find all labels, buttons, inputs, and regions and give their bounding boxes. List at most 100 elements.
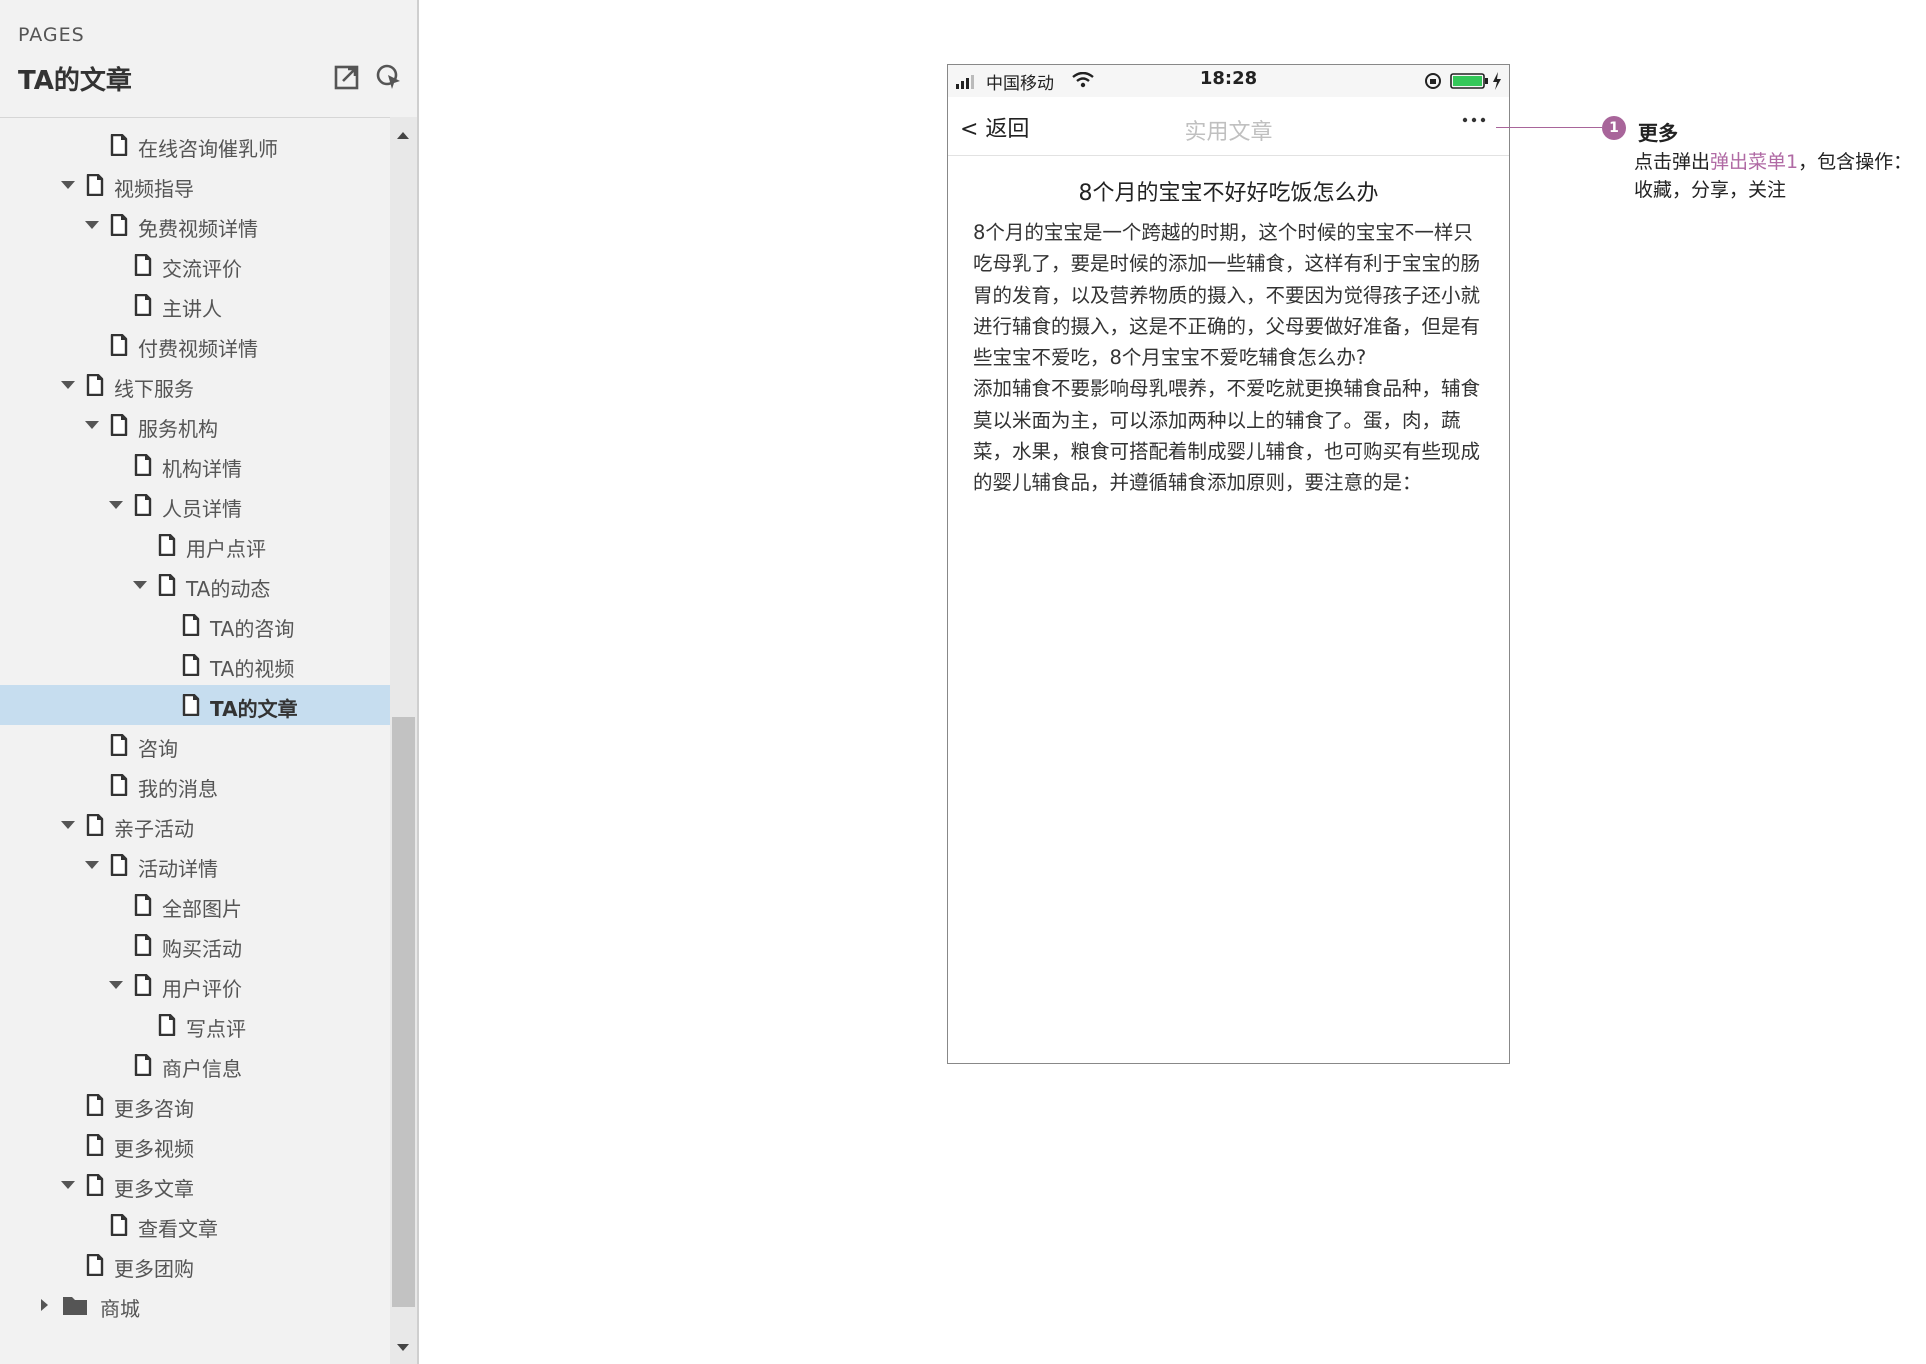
scroll-thumb[interactable] <box>392 717 415 1307</box>
tree-item-label: TA的文章 <box>210 697 298 721</box>
tree-item-label: 我的消息 <box>138 777 218 801</box>
popup-menu-link[interactable]: 弹出菜单1 <box>1710 151 1798 173</box>
tree-item[interactable]: 写点评 <box>0 1005 390 1045</box>
tree-item-label: 咨询 <box>138 737 178 761</box>
tree-item[interactable]: 全部图片 <box>0 885 390 925</box>
page-icon <box>86 1133 104 1157</box>
page-icon <box>86 373 104 397</box>
tree-item[interactable]: 在线咨询催乳师 <box>0 125 390 165</box>
page-icon <box>110 773 128 797</box>
panel-label: PAGES <box>18 24 85 46</box>
chevron-down-icon[interactable] <box>58 1165 78 1205</box>
chevron-down-icon[interactable] <box>82 205 102 245</box>
page-icon <box>134 453 152 477</box>
chevron-down-icon[interactable] <box>82 845 102 885</box>
scroll-up-arrow-icon[interactable] <box>394 127 412 141</box>
tree-item[interactable]: TA的动态 <box>0 565 390 605</box>
tree-item-label: 视频指导 <box>114 177 194 201</box>
page-icon <box>158 573 176 597</box>
chevron-down-icon[interactable] <box>106 965 126 1005</box>
tree-item[interactable]: 服务机构 <box>0 405 390 445</box>
tree-item[interactable]: 商户信息 <box>0 1045 390 1085</box>
page-tree: 在线咨询催乳师视频指导免费视频详情交流评价主讲人付费视频详情线下服务服务机构 机构… <box>0 117 390 1364</box>
charging-icon <box>1493 72 1501 90</box>
tree-item[interactable]: 更多团购 <box>0 1245 390 1285</box>
tree-item-label: 人员详情 <box>162 497 242 521</box>
chevron-down-icon[interactable] <box>106 485 126 525</box>
tree-item[interactable]: 咨询 <box>0 725 390 765</box>
tree-item[interactable]: 用户点评 <box>0 525 390 565</box>
chevron-down-icon[interactable] <box>58 805 78 845</box>
chevron-down-icon[interactable] <box>82 405 102 445</box>
tree-item[interactable]: 更多视频 <box>0 1125 390 1165</box>
page-icon <box>158 533 176 557</box>
chevron-down-icon[interactable] <box>58 365 78 405</box>
page-icon <box>110 333 128 357</box>
nav-bar: < 返回 实用文章 <box>948 97 1509 156</box>
phone-mockup: 中国移动 18:28 < 返回 实用文章 8个月的宝宝不好好吃饭怎么办 8个月的… <box>947 64 1510 1064</box>
tree-scrollbar[interactable] <box>390 117 417 1364</box>
tree-item-label: 主讲人 <box>162 297 222 321</box>
tree-item-label: TA的动态 <box>186 577 271 601</box>
tree-item[interactable]: 商城 <box>0 1285 390 1325</box>
tree-item-label: 写点评 <box>186 1017 246 1041</box>
tree-item[interactable]: 亲子活动 <box>0 805 390 845</box>
page-icon <box>86 1093 104 1117</box>
tree-item[interactable]: 更多文章 <box>0 1165 390 1205</box>
tree-item-label: 在线咨询催乳师 <box>138 137 278 161</box>
annotation-title: 更多 <box>1638 121 1678 145</box>
tree-item[interactable]: 我的消息 <box>0 765 390 805</box>
tree-item-label: 查看文章 <box>138 1217 218 1241</box>
tree-item[interactable]: 用户评价 <box>0 965 390 1005</box>
page-icon <box>110 413 128 437</box>
tree-item[interactable]: 购买活动 <box>0 925 390 965</box>
tree-item-label: 用户评价 <box>162 977 242 1001</box>
tree-item-label: 交流评价 <box>162 257 242 281</box>
tree-item[interactable]: 人员详情 <box>0 485 390 525</box>
tree-item[interactable]: 活动详情 <box>0 845 390 885</box>
annotation-number-badge: 1 <box>1602 116 1626 140</box>
chevron-down-icon[interactable] <box>58 165 78 205</box>
tree-item[interactable]: 更多咨询 <box>0 1085 390 1125</box>
tree-item[interactable]: 机构详情 <box>0 445 390 485</box>
tree-item[interactable]: TA的咨询 <box>0 605 390 645</box>
more-button[interactable] <box>1457 107 1491 133</box>
annotation-description: 点击弹出弹出菜单1，包含操作：收藏，分享，关注 <box>1634 148 1922 204</box>
export-icon[interactable] <box>332 62 362 92</box>
page-icon <box>134 1053 152 1077</box>
rotation-lock-icon <box>1425 73 1441 89</box>
locate-cursor-icon[interactable] <box>374 62 404 92</box>
tree-item[interactable]: TA的视频 <box>0 645 390 685</box>
tree-item[interactable]: TA的文章 <box>0 685 390 725</box>
tree-item-label: 全部图片 <box>162 897 242 921</box>
tree-item[interactable]: 交流评价 <box>0 245 390 285</box>
page-icon <box>110 1213 128 1237</box>
tree-item-label: 更多咨询 <box>114 1097 194 1121</box>
tree-item-label: TA的咨询 <box>210 617 295 641</box>
tree-item[interactable]: 线下服务 <box>0 365 390 405</box>
tree-item[interactable]: 查看文章 <box>0 1205 390 1245</box>
page-icon <box>86 1173 104 1197</box>
tree-item-label: 更多文章 <box>114 1177 194 1201</box>
page-icon <box>110 213 128 237</box>
pages-panel-header: PAGES TA的文章 <box>0 0 417 118</box>
chevron-right-icon[interactable] <box>34 1285 54 1325</box>
scroll-down-arrow-icon[interactable] <box>394 1340 412 1354</box>
chevron-down-icon[interactable] <box>130 565 150 605</box>
tree-item-label: TA的视频 <box>210 657 295 681</box>
folder-icon <box>62 1294 88 1316</box>
page-icon <box>134 293 152 317</box>
page-icon <box>110 733 128 757</box>
tree-item[interactable]: 免费视频详情 <box>0 205 390 245</box>
tree-item[interactable]: 主讲人 <box>0 285 390 325</box>
more-dots-icon <box>1462 117 1486 123</box>
tree-item-label: 线下服务 <box>114 377 194 401</box>
page-icon <box>134 493 152 517</box>
tree-item[interactable]: 视频指导 <box>0 165 390 205</box>
page-icon <box>182 653 200 677</box>
tree-item[interactable]: 付费视频详情 <box>0 325 390 365</box>
tree-item-label: 商户信息 <box>162 1057 242 1081</box>
page-icon <box>86 1253 104 1277</box>
current-page-title: TA的文章 <box>18 66 132 96</box>
tree-item-label: 商城 <box>100 1297 140 1321</box>
